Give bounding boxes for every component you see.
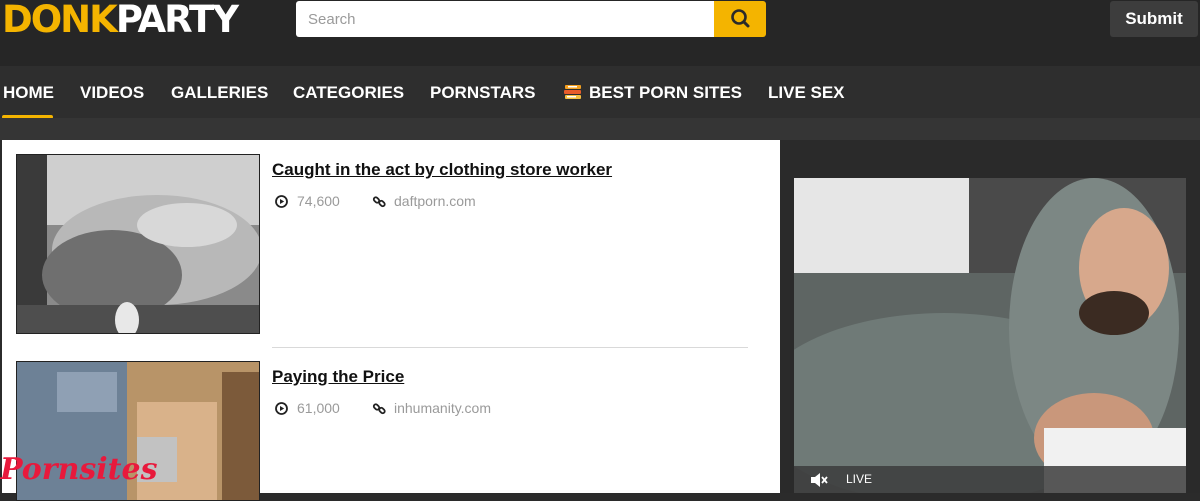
muted-speaker-icon[interactable] bbox=[810, 472, 828, 488]
nav-item-best-porn-sites[interactable]: BEST PORN SITES bbox=[589, 83, 742, 103]
watermark: Pornsites bbox=[0, 452, 158, 487]
live-control-bar: LIVE bbox=[794, 466, 1186, 493]
top-bar: DONKPARTY Submit bbox=[0, 0, 1200, 66]
live-label: LIVE bbox=[846, 472, 873, 486]
view-count: 74,600 bbox=[297, 193, 340, 209]
search-input[interactable] bbox=[296, 1, 714, 37]
view-count: 61,000 bbox=[297, 400, 340, 416]
nav-separator-strip bbox=[0, 118, 1200, 140]
nav-item-categories[interactable]: CATEGORIES bbox=[293, 83, 404, 103]
search-bar bbox=[296, 1, 766, 37]
video-title-link[interactable]: Caught in the act by clothing store work… bbox=[272, 160, 612, 180]
play-circle-icon bbox=[275, 195, 288, 208]
play-circle-icon bbox=[275, 402, 288, 415]
video-thumbnail[interactable] bbox=[16, 154, 260, 334]
source-site[interactable]: daftporn.com bbox=[394, 193, 476, 209]
main-nav: HOME VIDEOS GALLERIES CATEGORIES PORNSTA… bbox=[0, 66, 1200, 119]
magnifier-icon bbox=[731, 9, 750, 28]
nav-item-home[interactable]: HOME bbox=[3, 83, 54, 103]
video-title-link[interactable]: Paying the Price bbox=[272, 367, 404, 387]
nav-item-live-sex[interactable]: LIVE SEX bbox=[768, 83, 845, 103]
nav-item-videos[interactable]: VIDEOS bbox=[80, 83, 144, 103]
chain-link-icon bbox=[372, 403, 386, 415]
chain-link-icon bbox=[372, 196, 386, 208]
nav-item-galleries[interactable]: GALLERIES bbox=[171, 83, 268, 103]
search-button[interactable] bbox=[714, 1, 766, 37]
thumbnail-image bbox=[17, 155, 259, 333]
list-divider bbox=[272, 347, 748, 348]
logo-text-party: PARTY bbox=[115, 0, 239, 41]
nav-item-pornstars[interactable]: PORNSTARS bbox=[430, 83, 535, 103]
logo-text-donk: DONK bbox=[2, 0, 118, 41]
stacked-books-icon bbox=[564, 85, 581, 99]
live-cam-player[interactable]: LIVE bbox=[794, 178, 1186, 493]
video-list: Caught in the act by clothing store work… bbox=[2, 140, 780, 501]
site-logo[interactable]: DONKPARTY bbox=[2, 0, 239, 41]
source-site[interactable]: inhumanity.com bbox=[394, 400, 491, 416]
live-cam-image bbox=[794, 178, 1186, 493]
submit-button[interactable]: Submit bbox=[1110, 1, 1198, 37]
